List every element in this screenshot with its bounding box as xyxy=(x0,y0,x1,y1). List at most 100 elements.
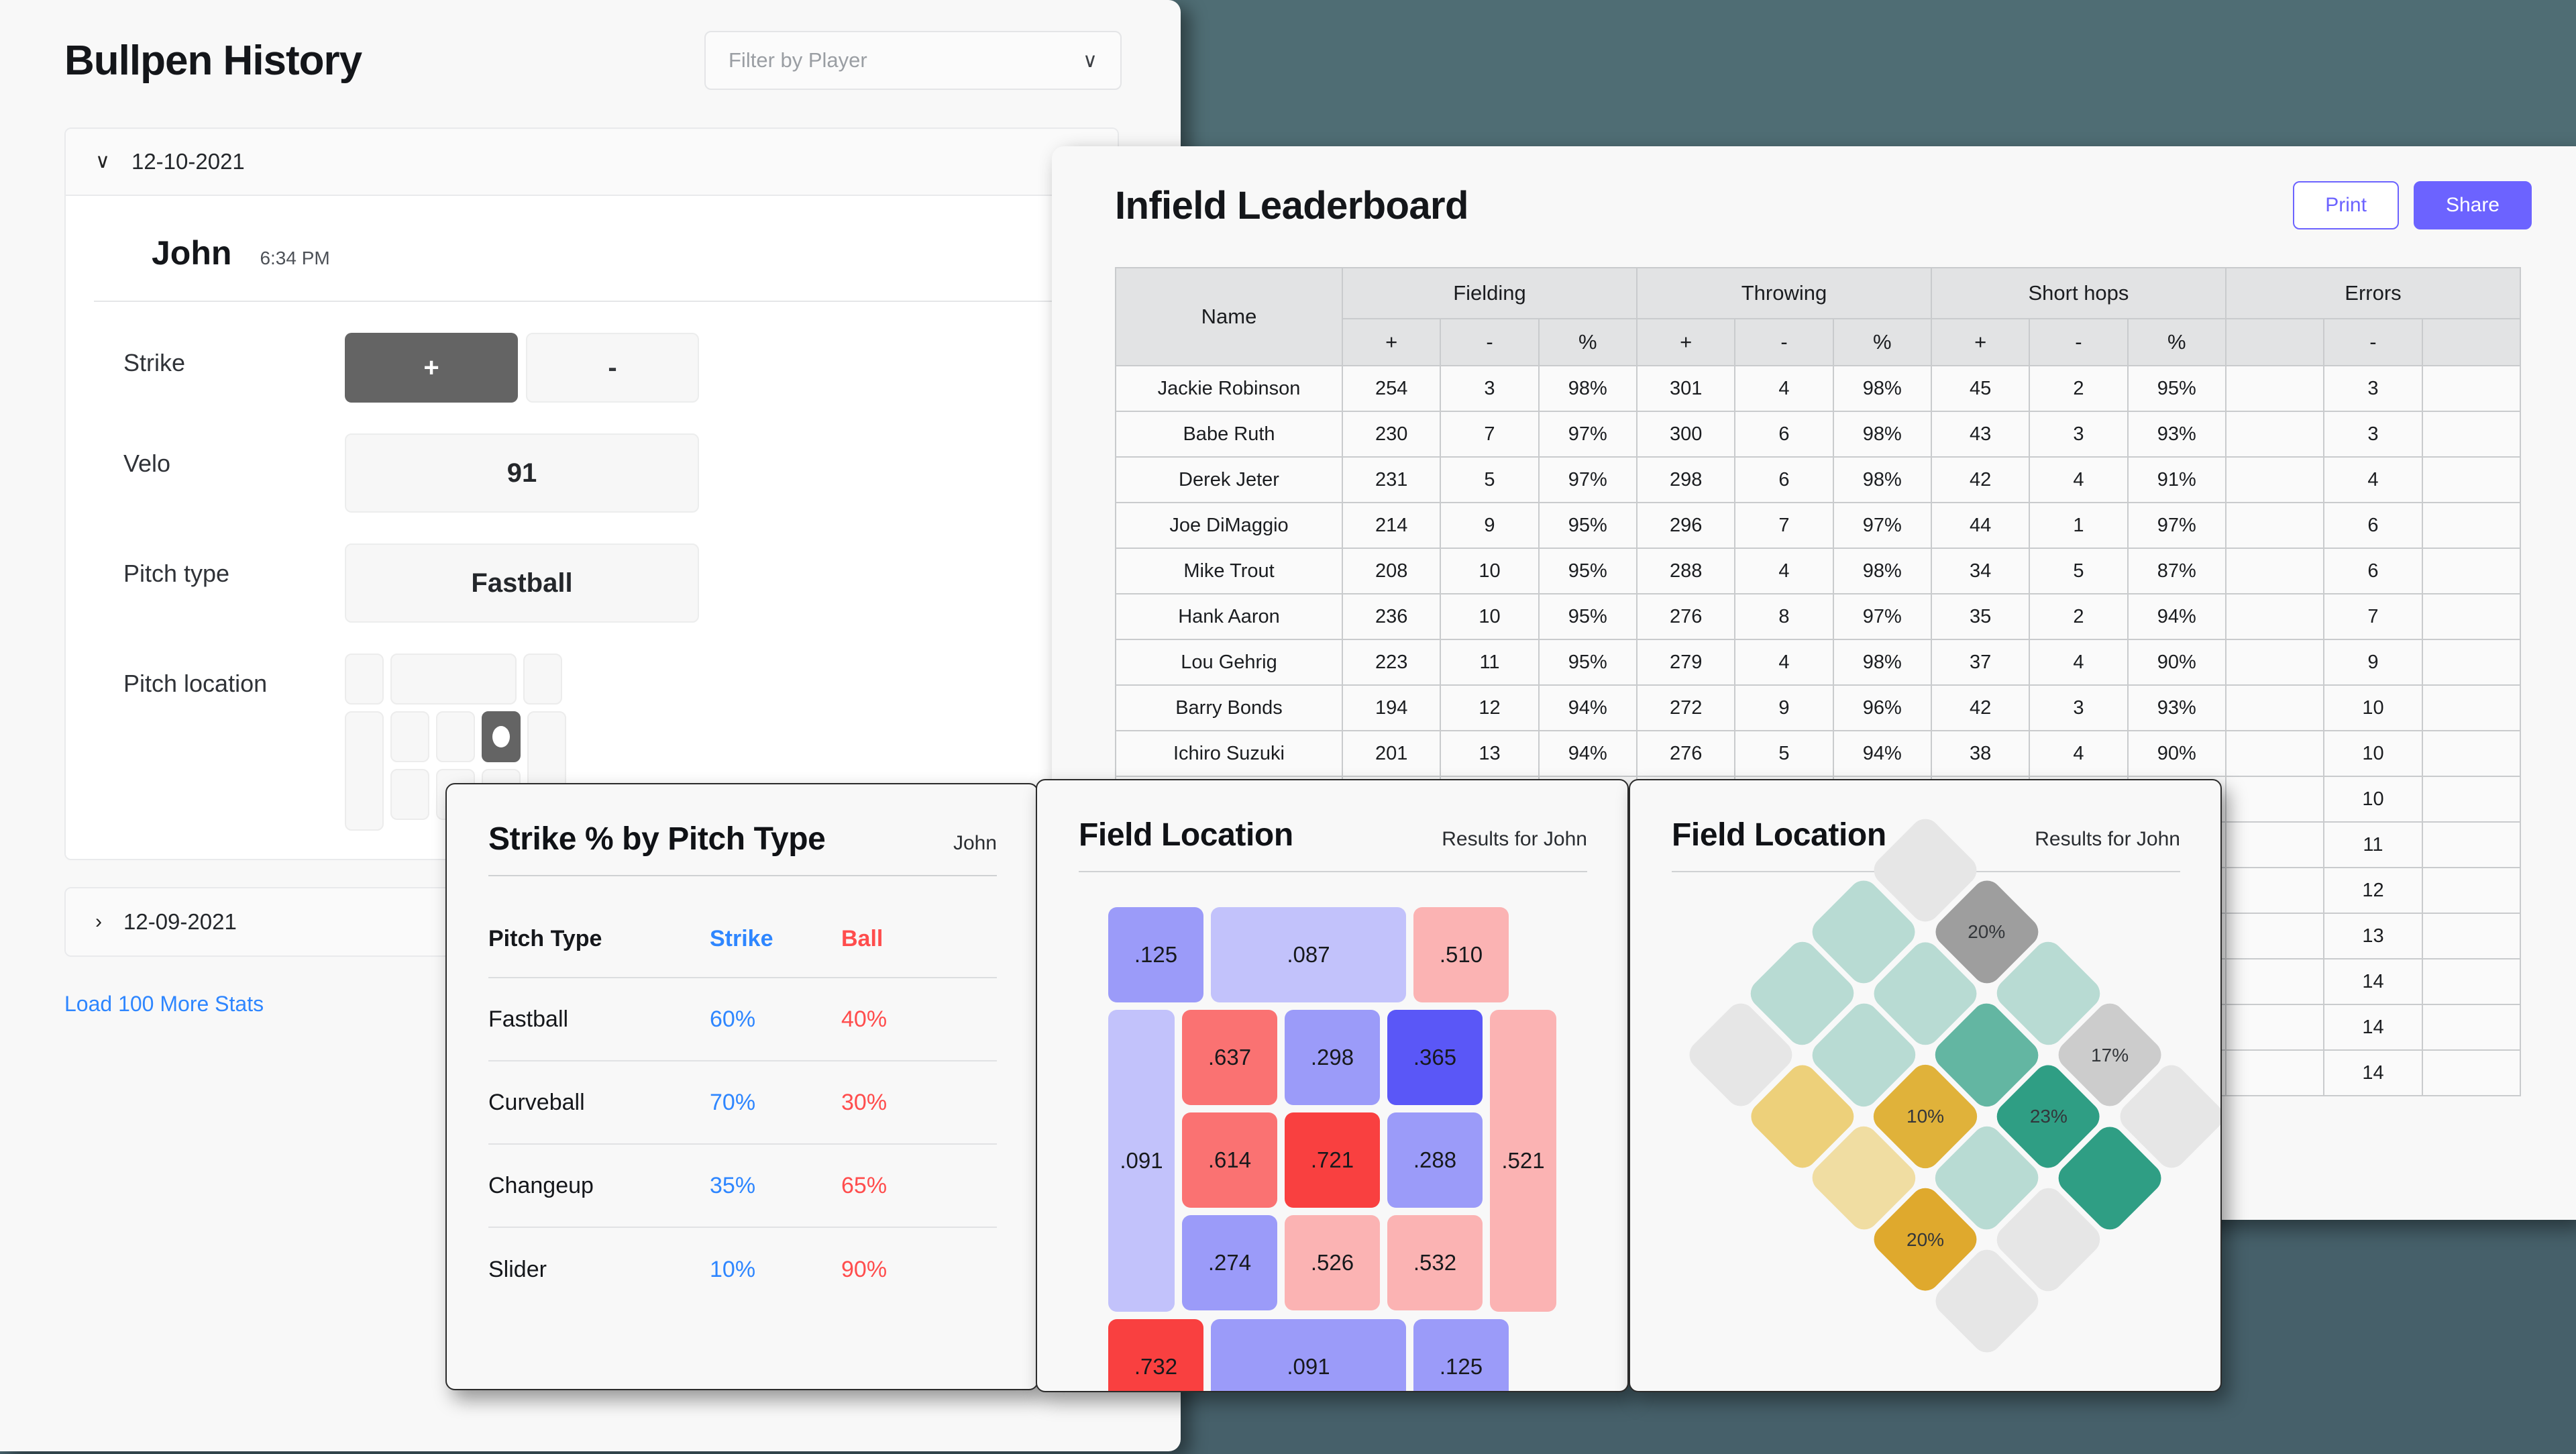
heatmap-row: .274.526.532 xyxy=(1182,1215,1483,1310)
strike-stepper: + - xyxy=(345,333,699,403)
table-cell xyxy=(2224,639,2325,686)
table-cell: 43 xyxy=(1930,411,2031,458)
table-cell: 98% xyxy=(1832,639,1932,686)
pitch-location-cell[interactable] xyxy=(523,654,562,705)
table-cell: 38 xyxy=(1930,730,2031,777)
pitch-location-cell[interactable] xyxy=(436,711,475,762)
table-cell xyxy=(2224,411,2325,458)
table-row[interactable]: Ichiro Suzuki 201 13 94% 276 5 94% 38 4 90% 10 xyxy=(1115,730,2522,777)
table-row[interactable]: Barry Bonds 194 12 94% 272 9 96% 42 3 93% 10 xyxy=(1115,684,2522,731)
table-cell xyxy=(2224,548,2325,594)
ball-percent-cell: 65% xyxy=(841,1172,888,1198)
pitch-location-cell[interactable] xyxy=(345,711,384,831)
table-cell xyxy=(2421,456,2522,503)
table-cell xyxy=(2224,1004,2325,1051)
print-button[interactable]: Print xyxy=(2293,181,2399,229)
table-cell xyxy=(2224,958,2325,1005)
table-cell: 97% xyxy=(1538,456,1638,503)
table-cell: 4 xyxy=(2323,456,2423,503)
table-cell: 3 xyxy=(1440,365,1540,412)
field-location-diamond-card: Field Location Results for John 20% 10% 17… xyxy=(1629,779,2222,1392)
table-cell: 1 xyxy=(2029,502,2129,549)
table-cell: 98% xyxy=(1832,456,1932,503)
velo-value-field[interactable]: 91 xyxy=(345,433,699,513)
table-cell: 95% xyxy=(1538,502,1638,549)
heatmap-cell[interactable]: .532 xyxy=(1387,1215,1483,1310)
session-header-12-10-2021[interactable]: ∨ 12-10-2021 xyxy=(66,129,1118,196)
strike-increment-button[interactable]: + xyxy=(345,333,518,403)
strike-table-header-row: Pitch Type Strike Ball xyxy=(488,900,997,978)
table-cell xyxy=(2421,639,2522,686)
pitch-type-cell: Slider xyxy=(488,1256,547,1282)
table-row[interactable]: Joe DiMaggio 214 9 95% 296 7 97% 44 1 97% 6 xyxy=(1115,502,2522,549)
heatmap-cell[interactable]: .288 xyxy=(1387,1112,1483,1208)
table-cell: 90% xyxy=(2127,639,2226,686)
table-row[interactable]: Lou Gehrig 223 11 95% 279 4 98% 37 4 90% 9 xyxy=(1115,639,2522,686)
ball-percent-cell: 90% xyxy=(841,1256,888,1282)
heatmap-cell[interactable]: .721 xyxy=(1285,1112,1380,1208)
heatmap-cell[interactable]: .732 xyxy=(1108,1319,1203,1391)
table-head: Name Fielding Throwing Short hops Errors + -%… xyxy=(1115,267,2522,366)
table-cell: 5 xyxy=(1734,730,1834,777)
heatmap-cell[interactable]: .087 xyxy=(1211,907,1406,1002)
table-cell: 93% xyxy=(2127,684,2226,731)
heatmap-cell[interactable]: .274 xyxy=(1182,1215,1277,1310)
field-row-strike: Strike + - xyxy=(66,333,1118,403)
strike-percent-cell: 35% xyxy=(710,1172,756,1198)
table-group-header-row: Name Fielding Throwing Short hops Errors xyxy=(1115,267,2522,366)
card-header: Strike % by Pitch Type John xyxy=(447,784,1037,858)
heatmap-cell[interactable]: .365 xyxy=(1387,1010,1483,1105)
table-cell: 3 xyxy=(2323,411,2423,458)
pitch-location-cell-selected[interactable] xyxy=(482,711,521,762)
table-cell: 94% xyxy=(2127,593,2226,640)
pitch-location-cell[interactable] xyxy=(345,654,384,705)
table-cell: 9 xyxy=(1734,684,1834,731)
strike-percent-cell: 60% xyxy=(710,1006,756,1032)
table-cell: 10 xyxy=(1440,593,1540,640)
heatmap-cell[interactable]: .614 xyxy=(1182,1112,1277,1208)
table-cell: 223 xyxy=(1341,639,1442,686)
pitch-location-cell[interactable] xyxy=(390,769,429,820)
pitch-location-cell[interactable] xyxy=(390,654,517,705)
pitch-location-cell[interactable] xyxy=(390,711,429,762)
table-row[interactable]: Hank Aaron 236 10 95% 276 8 97% 35 2 94% 7 xyxy=(1115,593,2522,640)
table-cell: 288 xyxy=(1635,548,1736,594)
table-cell: 98% xyxy=(1832,548,1932,594)
heatmap-cell[interactable]: .125 xyxy=(1108,907,1203,1002)
field-row-velo: Velo 91 xyxy=(66,433,1118,513)
share-button[interactable]: Share xyxy=(2413,181,2532,229)
filter-by-player-select[interactable]: Filter by Player ∨ xyxy=(704,31,1122,90)
heatmap-cell[interactable]: .526 xyxy=(1285,1215,1380,1310)
heatmap-cell[interactable]: .298 xyxy=(1285,1010,1380,1105)
pitch-type-value-field[interactable]: Fastball xyxy=(345,543,699,623)
heatmap-cell[interactable]: .091 xyxy=(1108,1010,1175,1312)
table-row[interactable]: Derek Jeter 231 5 97% 298 6 98% 42 4 91% 4 xyxy=(1115,456,2522,503)
session-card-expanded: ∨ 12-10-2021 John 6:34 PM Strike + - Vel… xyxy=(64,127,1119,860)
card-title: Strike % by Pitch Type xyxy=(488,821,826,857)
heatmap-cell[interactable]: .637 xyxy=(1182,1010,1277,1105)
table-row[interactable]: Jackie Robinson 254 3 98% 301 4 98% 45 2 95% 3 xyxy=(1115,365,2522,412)
table-cell: 208 xyxy=(1341,548,1442,594)
heatmap-row: .125.087.510 xyxy=(1108,907,1556,1002)
table-cell: 5 xyxy=(1440,456,1540,503)
strike-table-column-header: Strike xyxy=(710,925,773,951)
heatmap-cell[interactable]: .091 xyxy=(1211,1319,1406,1391)
chevron-down-icon: ∨ xyxy=(1083,49,1097,72)
card-subtitle: John xyxy=(953,832,997,854)
table-cell: 9 xyxy=(2323,639,2423,686)
strike-percent-card: Strike % by Pitch Type John Pitch Type St… xyxy=(445,783,1038,1390)
table-cell xyxy=(2224,730,2325,777)
table-cell: 276 xyxy=(1635,730,1736,777)
table-row[interactable]: Babe Ruth 230 7 97% 300 6 98% 43 3 93% 3 xyxy=(1115,411,2522,458)
table-row[interactable]: Mike Trout 208 10 95% 288 4 98% 34 5 87% 6 xyxy=(1115,548,2522,594)
table-cell: 14 xyxy=(2323,958,2423,1005)
heatmap-cell[interactable]: .521 xyxy=(1490,1010,1556,1312)
pitcher-row: John 6:34 PM xyxy=(94,196,1089,302)
heatmap-cell[interactable]: .510 xyxy=(1413,907,1509,1002)
filter-placeholder: Filter by Player xyxy=(729,48,867,72)
card-title: Field Location xyxy=(1079,817,1293,853)
table-cell xyxy=(2224,913,2325,959)
heatmap-cell[interactable]: .125 xyxy=(1413,1319,1509,1391)
strike-decrement-button[interactable]: - xyxy=(526,333,699,403)
table-subheader: - xyxy=(1734,318,1834,366)
